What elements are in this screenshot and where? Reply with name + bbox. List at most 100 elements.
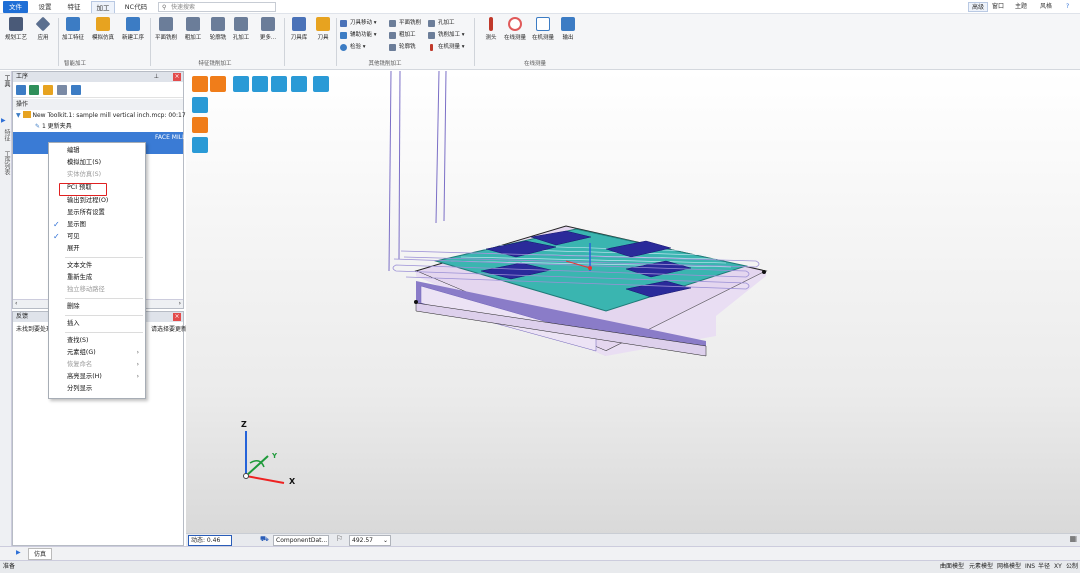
small-rough-button[interactable]: 粗加工 [389,30,416,41]
menu-item-find[interactable]: 查找(S) [49,335,145,347]
tab-simulation[interactable]: 仿真 [28,548,53,560]
small-contour-button[interactable]: 轮廓铣 [389,42,416,53]
menu-item-edit[interactable]: 编辑 [49,145,145,157]
menu-item-show-settings[interactable]: 显示所有设置 [49,207,145,219]
plan-process-icon [9,17,23,31]
small-hole-label: 孔加工 [438,20,455,26]
viewport-status-bar: 动态: 0.46 ⛟ ComponentDat... ⌄ ⚐ 492.57 ⌄ … [186,533,1080,554]
menu-item-regenerate[interactable]: 重新生成 [49,272,145,284]
probe-button[interactable]: 测头 [478,17,504,41]
apply-button[interactable]: 应用 [30,16,56,41]
tree-item-update-fixture[interactable]: ✎ 1 更新夹具 [13,121,183,132]
simulate-button[interactable]: 模拟仿真 [90,17,116,41]
tab-file[interactable]: 文件 [3,1,28,13]
grid-icon[interactable] [29,85,39,95]
theme-menu[interactable]: 主题 [1015,2,1027,12]
submenu-arrow-icon: › [136,373,139,380]
menu-item-delete[interactable]: 删除 [49,301,145,313]
small-hole-button[interactable]: 孔加工 [428,18,455,29]
axis-y-label: Y [272,452,278,460]
side-arrow-icon[interactable]: ▶ [1,117,6,124]
menu-item-split-display[interactable]: 分列显示 [49,383,145,395]
menu-item-text-file[interactable]: 文本文件 [49,260,145,272]
menu-item-highlight[interactable]: 高亮显示(H) › [49,371,145,383]
more-button[interactable]: 更多... [255,17,281,41]
status-element-model: 元素模型 [969,563,994,570]
menu-item-expand[interactable]: 展开 [49,243,145,255]
online-measure-button[interactable]: 在线测量 [502,17,528,41]
onmachine-measure-button[interactable]: 在机测量 [530,17,556,41]
output-close-icon[interactable]: × [173,313,181,321]
probe-label: 测头 [485,35,497,41]
face-mill-button[interactable]: 平面铣削 [153,17,179,41]
3d-viewport[interactable]: Z X Y [186,71,1080,533]
new-operation-button[interactable]: 新建工序 [120,17,146,41]
settings-icon[interactable] [57,85,67,95]
small-face-mill-button[interactable]: 平面铣削 [389,18,421,29]
help-icon[interactable]: ? [1066,2,1069,12]
small-contour-label: 轮廓铣 [399,44,416,50]
refresh-icon[interactable] [16,85,26,95]
component-select[interactable]: ComponentDat... ⌄ [273,535,329,554]
side-tab-tools[interactable]: 工具 [2,75,11,87]
menu-item-element-group[interactable]: 元素组(G) › [49,347,145,359]
status-unit: 公制 [1066,563,1079,570]
onmachine-measure-small-button[interactable]: 在机测量 ▾ [428,42,465,53]
pin-icon[interactable]: ⊥ [154,72,159,82]
onmachine-measure-label: 在机测量 [531,35,554,41]
menu-item-show-graph[interactable]: ✓ 显示图 [49,219,145,231]
tool-move-button[interactable]: 刀具移动 ▾ [340,18,377,29]
scroll-right-icon[interactable]: › [179,300,181,307]
show-graph-label: 显示图 [67,221,86,228]
apply-label: 应用 [37,35,49,41]
menu-item-simulate[interactable]: 模拟加工(S) [49,157,145,169]
tab-settings[interactable]: 设置 [33,1,57,13]
close-icon[interactable]: × [173,73,181,81]
hole-machining-button[interactable]: 孔加工 [228,17,254,41]
ribbon-separator [150,18,151,66]
tab-nc-code[interactable]: NC代码 [120,1,152,13]
window-menu[interactable]: 窗口 [992,2,1004,12]
tool-button[interactable]: 刀具 [310,17,336,41]
value-select[interactable]: 492.57 ⌄ [349,535,391,546]
menu-item-independent-path: 独立移动路径 [67,286,105,293]
tool-library-button[interactable]: 刀具库 [286,17,312,41]
rough-icon [186,17,200,31]
folder-icon[interactable] [43,85,53,95]
menu-item-output-process[interactable]: 输出到过程(O) [49,195,145,207]
menu-item-visible[interactable]: ✓ 可见 [49,231,145,243]
tab-features[interactable]: 特征 [62,1,86,13]
menu-separator [65,257,143,258]
tool-library-label: 刀具库 [290,35,308,41]
scroll-left-icon[interactable]: ‹ [15,300,17,307]
style-menu[interactable]: 风格 [1040,2,1052,12]
menu-item-insert[interactable]: 插入 [49,318,145,330]
side-tab-features[interactable]: 特征 [2,129,11,141]
tree-toolkit-node[interactable]: ▼ New Toolkit.1: sample mill vertical in… [13,110,186,121]
sync-icon[interactable] [71,85,81,95]
advanced-button[interactable]: 高级 [968,2,989,12]
machining-feature-button[interactable]: 加工特征 [60,17,86,41]
tab-machining[interactable]: 加工 [91,1,115,13]
rough-button[interactable]: 粗加工 [180,17,206,41]
check-icon: ✓ [53,232,60,241]
menu-item-solid-sim: 实体仿真(S) [67,171,102,178]
plan-process-button[interactable]: 规划工艺 [3,17,29,41]
operations-panel-title: 工序 [16,73,29,80]
value-select-text: 492.57 [352,537,373,544]
status-plane: XY [1054,563,1062,570]
animation-status[interactable]: 动态: 0.46 [188,535,232,546]
layout-toggle-icon[interactable]: ▦ [1069,534,1077,543]
menu-item-restore-name: 恢复命名 › [49,359,145,371]
operations-panel-header: 工序 ⊥ × [13,72,183,82]
output-panel-title: 反馈 [16,313,29,320]
search-icon: ⚲ [162,4,167,11]
bottom-arrow-icon[interactable]: ▶ [16,549,21,556]
inspect-button[interactable]: 检验 ▾ [340,42,366,53]
mill-machining-button[interactable]: 铣削加工 ▾ [428,30,465,41]
side-tab-oplist[interactable]: 工序列表 [2,151,11,175]
animation-status-text: 动态: 0.46 [191,537,221,544]
aux-function-button[interactable]: 辅助功能 ▾ [340,30,377,41]
quick-search-box[interactable]: ⚲ 快速搜索 [158,2,276,12]
output-button[interactable]: 输出 [555,17,581,41]
